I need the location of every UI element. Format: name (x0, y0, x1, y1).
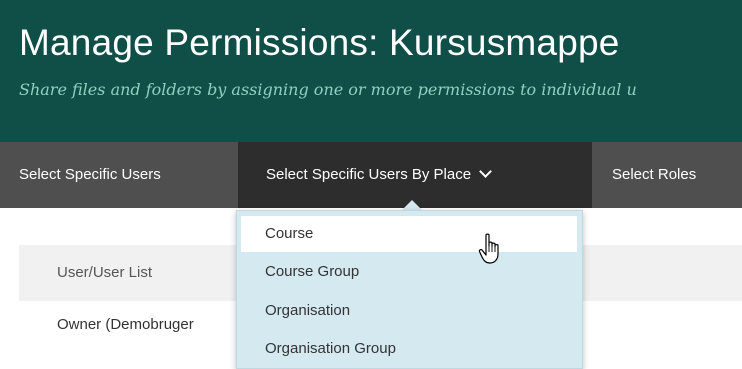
tab-select-users-by-place[interactable]: Select Specific Users By Place (238, 142, 592, 208)
page-subtitle: Share files and folders by assigning one… (19, 80, 637, 99)
tab-select-specific-users[interactable]: Select Specific Users (0, 142, 238, 208)
table-row: Owner (Demobruger (57, 316, 194, 333)
menu-item-course-group[interactable]: Course Group (241, 254, 577, 290)
hand-pointer-icon (478, 233, 499, 264)
menu-item-organisation-group[interactable]: Organisation Group (241, 331, 577, 367)
page-title: Manage Permissions: Kursusmappe (19, 22, 620, 63)
tab-select-roles[interactable]: Select Roles (592, 142, 742, 208)
place-dropdown-menu: Course Course Group Organisation Organis… (236, 210, 583, 369)
chevron-down-icon (479, 165, 492, 178)
tab-label: Select Roles (612, 166, 697, 183)
tab-label: Select Specific Users By Place (266, 166, 472, 183)
tab-label: Select Specific Users (19, 166, 161, 183)
menu-item-organisation[interactable]: Organisation (241, 293, 577, 329)
page-header: Manage Permissions: Kursusmappe Share fi… (0, 0, 742, 142)
column-header-user-list: User/User List (57, 264, 153, 281)
menu-item-course[interactable]: Course (241, 216, 577, 252)
tab-bar: Select Specific Users Select Specific Us… (0, 142, 742, 208)
dropdown-pointer (402, 200, 422, 210)
